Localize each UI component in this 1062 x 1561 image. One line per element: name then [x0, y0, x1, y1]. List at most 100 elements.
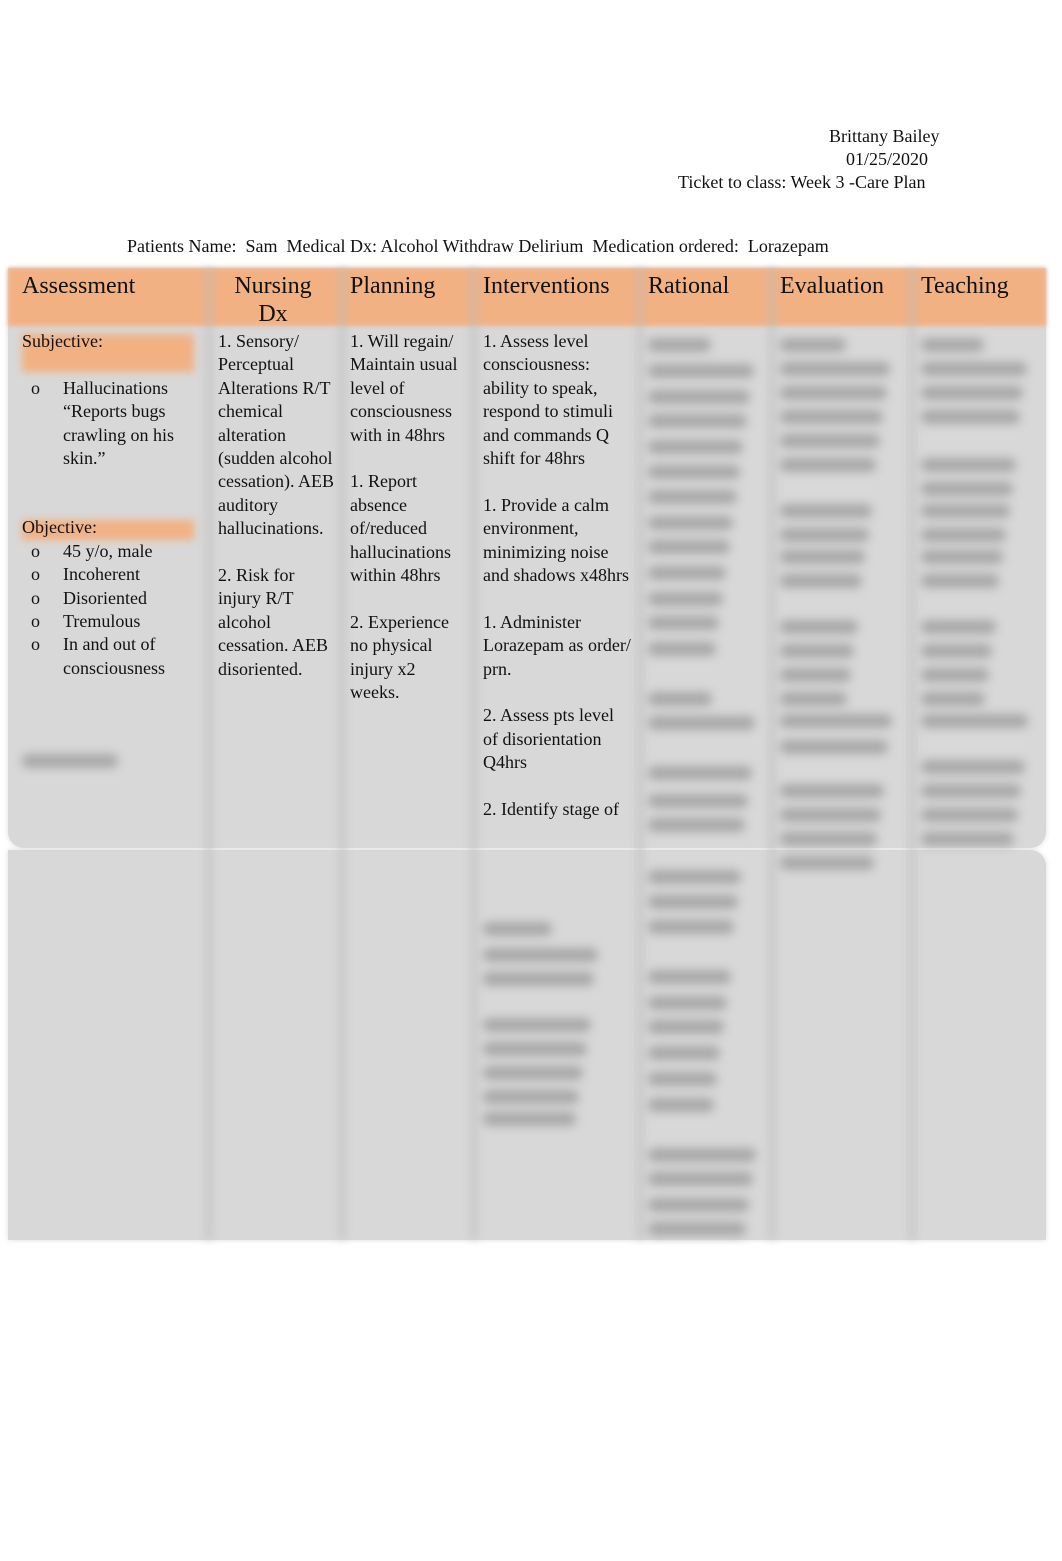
- intervention-item: 2. Identify stage of: [483, 799, 619, 820]
- blurred-text-line: [921, 668, 989, 682]
- blurred-text-line: [780, 668, 851, 682]
- planning-item: 1. Will regain/ Maintain usual level of …: [350, 331, 458, 445]
- blurred-text-line: [648, 440, 744, 454]
- objective-item: In and out of consciousness: [0, 633, 202, 680]
- blurred-text-line: [483, 1018, 591, 1032]
- blurred-text-line: [648, 1148, 757, 1162]
- blurred-text-line: [483, 922, 552, 936]
- blurred-text-line: [648, 1172, 753, 1186]
- header-planning: Planning: [350, 273, 436, 299]
- blurred-text-line: [921, 362, 1027, 376]
- blurred-text-line: [780, 434, 880, 448]
- header-assessment: Assessment: [22, 273, 136, 299]
- blurred-text-line: [921, 550, 1003, 564]
- blurred-text-line: [648, 566, 727, 580]
- blurred-text-line: [780, 692, 848, 706]
- blurred-text-line: [648, 1198, 750, 1212]
- blurred-text-line: [648, 364, 754, 378]
- care-plan-page: Brittany Bailey 01/25/2020 Ticket to cla…: [0, 0, 1062, 1561]
- blurred-text-line: [780, 832, 878, 846]
- blurred-text-line: [648, 1046, 721, 1060]
- header-teaching: Teaching: [921, 273, 1009, 299]
- blurred-text-line: [921, 504, 1010, 518]
- nursing-dx-item: 1. Sensory/ Perceptual Alterations R/T c…: [218, 331, 334, 539]
- blurred-text-line: [921, 410, 1020, 424]
- header-interventions: Interventions: [483, 273, 610, 299]
- blurred-text-line: [648, 818, 745, 832]
- header-rational: Rational: [648, 273, 730, 299]
- blurred-text-line: [780, 362, 891, 376]
- intervention-item: 2. Assess pts level of disorientation Q4…: [483, 705, 615, 773]
- blurred-text-line: [921, 386, 1024, 400]
- interventions-cell: 1. Assess level consciousness: ability t…: [483, 330, 631, 845]
- nursing-dx-cell: 1. Sensory/ Perceptual Alterations R/T c…: [218, 330, 336, 704]
- assessment-cell: Subjective: Hallucinations “Reports bugs…: [22, 330, 202, 680]
- blurred-text-line: [780, 528, 869, 542]
- blurred-text-line: [648, 692, 713, 706]
- blurred-text-line: [921, 458, 1017, 472]
- blurred-text-line: [780, 808, 881, 822]
- blurred-text-line: [921, 528, 1007, 542]
- objective-item: Incoherent: [0, 563, 202, 587]
- blurred-text-line: [780, 458, 876, 472]
- planning-item: 2. Experience no physical injury x2 week…: [350, 611, 449, 703]
- blurred-text-line: [780, 550, 866, 564]
- blurred-text-line: [483, 1066, 583, 1080]
- blurred-text-line: [921, 784, 1022, 798]
- blurred-text-line: [780, 386, 887, 400]
- blurred-text-line: [648, 592, 723, 606]
- intervention-item: 1. Administer Lorazepam as order/ prn.: [483, 611, 631, 679]
- blurred-text-line: [780, 504, 873, 518]
- blurred-text-line: [648, 338, 712, 352]
- subjective-label: Subjective:: [22, 331, 103, 351]
- blurred-text-line: [648, 1222, 746, 1236]
- document-date: 01/25/2020: [846, 149, 929, 169]
- blurred-text-line: [648, 616, 720, 630]
- blurred-text-line: [780, 338, 846, 352]
- blurred-text-line: [921, 760, 1025, 774]
- nursing-dx-item: 2. Risk for injury R/T alcohol cessation…: [218, 565, 328, 679]
- blurred-text-line: [483, 1112, 576, 1126]
- blurred-text-line: [780, 714, 892, 728]
- patient-name-label: Patients Name:: [127, 236, 237, 256]
- blurred-text-line: [780, 644, 855, 658]
- blurred-text-line: [648, 1020, 724, 1034]
- blurred-text-line: [648, 970, 731, 984]
- blurred-text-line: [921, 808, 1018, 822]
- blurred-text-line: [648, 516, 734, 530]
- blurred-text-line: [483, 1090, 580, 1104]
- planning-cell: 1. Will regain/ Maintain usual level of …: [350, 330, 465, 728]
- medication: Lorazepam: [747, 236, 829, 256]
- medical-dx-label: Medical Dx:: [286, 236, 377, 256]
- blurred-text-line: [648, 642, 716, 656]
- subjective-item: Hallucinations “Reports bugs crawling on…: [0, 377, 202, 471]
- blurred-text-line: [780, 620, 858, 634]
- blurred-text-line: [648, 766, 752, 780]
- planning-item: 1. Report absence of/reduced hallucinati…: [350, 471, 451, 586]
- blurred-text-line: [780, 856, 874, 870]
- blurred-text-line: [921, 832, 1015, 846]
- blurred-text-line: [648, 414, 747, 428]
- blurred-text-line: [483, 972, 595, 986]
- medication-label: Medication ordered:: [592, 236, 739, 256]
- blurred-text-line: [483, 1042, 587, 1056]
- blurred-text-line: [780, 410, 884, 424]
- assignment-title: Ticket to class: Week 3 -Care Plan: [678, 172, 926, 192]
- header-nursing-dx: Nursing Dx: [234, 273, 312, 327]
- objective-label: Objective:: [22, 517, 97, 538]
- blurred-text-line: [648, 490, 737, 504]
- blurred-text-line: [648, 895, 738, 909]
- blurred-text-line: [648, 390, 751, 404]
- objective-item: Tremulous: [0, 610, 202, 634]
- header-evaluation: Evaluation: [780, 273, 884, 299]
- blurred-text-line: [648, 870, 742, 884]
- blurred-text-line: [648, 1098, 714, 1112]
- blurred-text-line: [483, 948, 598, 962]
- objective-item: 45 y/o, male: [0, 540, 202, 564]
- blurred-text-line: [780, 574, 862, 588]
- patient-name: Sam: [245, 236, 278, 256]
- blurred-text-line: [648, 920, 735, 934]
- blurred-text-line: [921, 338, 985, 352]
- blurred-text-line: [648, 794, 749, 808]
- blurred-text-line: [648, 716, 755, 730]
